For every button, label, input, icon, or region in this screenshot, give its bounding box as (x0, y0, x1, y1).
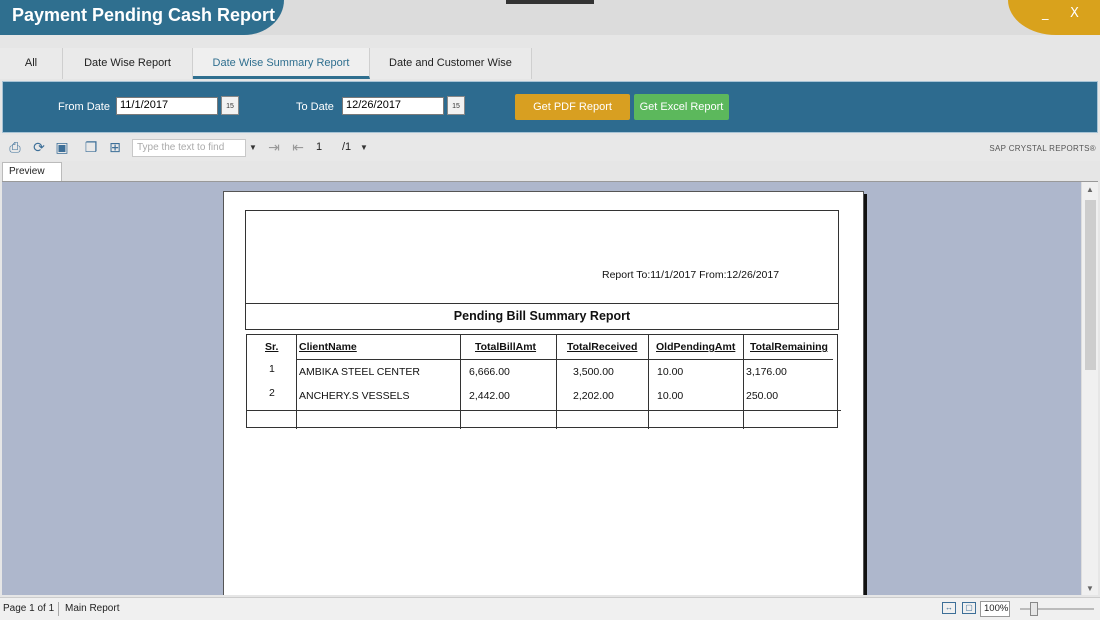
fit-page-icon[interactable]: ▢ (962, 602, 976, 614)
from-date-input[interactable]: 11/1/2017 (116, 97, 218, 115)
table-cell: 3,500.00 (573, 366, 614, 378)
report-tabs: All Date Wise Report Date Wise Summary R… (0, 48, 532, 79)
report-header-box (245, 210, 839, 304)
status-bar: Page 1 of 1 Main Report ↔ ▢ 100% (0, 597, 1100, 620)
to-calendar-icon[interactable]: 15 (447, 96, 465, 115)
status-divider (58, 602, 59, 616)
tab-date-and-customer-wise[interactable]: Date and Customer Wise (370, 48, 532, 79)
window-controls: _ X (1008, 0, 1100, 35)
from-calendar-icon[interactable]: 15 (221, 96, 239, 115)
column-header: TotalReceived (567, 341, 638, 353)
title-bar: Payment Pending Cash Report _ X (0, 0, 1100, 35)
prev-page-icon[interactable]: ⇤ (289, 139, 307, 157)
from-date-label: From Date (58, 101, 110, 113)
table-cell: 2,202.00 (573, 390, 614, 402)
viewer-toolbar: ⎙ ⟳ ▣ ❐ ⊞ Type the text to find ▼ ⇥ ⇤ 1 … (0, 135, 1100, 161)
table-cell: 10.00 (657, 366, 684, 378)
zoom-level[interactable]: 100% (980, 601, 1010, 617)
report-preview-area: Report To:11/1/2017 From:12/26/2017 Pend… (2, 181, 1098, 595)
tab-date-wise-report[interactable]: Date Wise Report (63, 48, 193, 79)
page-info: Page 1 of 1 (3, 603, 55, 614)
filter-bar: From Date 11/1/2017 15 To Date 12/26/201… (2, 81, 1098, 133)
search-dropdown-icon[interactable]: ▼ (247, 139, 259, 157)
table-cell: 6,666.00 (469, 366, 510, 378)
header-underline (297, 359, 833, 360)
report-date-range: Report To:11/1/2017 From:12/26/2017 (602, 269, 780, 281)
close-button[interactable]: X (1070, 6, 1079, 21)
get-excel-report-button[interactable]: Get Excel Report (634, 94, 729, 120)
scroll-thumb[interactable] (1085, 200, 1096, 370)
preview-tab[interactable]: Preview (2, 162, 62, 181)
table-cell: ANCHERY.S VESSELS (299, 390, 410, 402)
to-date-label: To Date (296, 101, 334, 113)
current-page-input[interactable]: 1 (316, 141, 322, 153)
column-divider (743, 335, 744, 429)
page-dropdown-icon[interactable]: ▼ (358, 139, 370, 157)
total-pages: /1 (342, 141, 352, 153)
to-date-input[interactable]: 12/26/2017 (342, 97, 444, 115)
title-notch (506, 0, 594, 4)
table-cell: 3,176.00 (746, 366, 787, 378)
column-header: ClientName (299, 341, 357, 353)
table-cell: AMBIKA STEEL CENTER (299, 366, 420, 378)
tab-all[interactable]: All (0, 48, 63, 79)
print-icon[interactable]: ⎙ (6, 139, 24, 157)
refresh-icon[interactable]: ⟳ (30, 139, 48, 157)
report-table: Sr. ClientName TotalBillAmt TotalReceive… (246, 334, 841, 429)
scroll-down-icon[interactable]: ▼ (1086, 584, 1094, 593)
column-header: TotalRemaining (750, 341, 828, 353)
window-title: Payment Pending Cash Report (12, 5, 276, 25)
get-pdf-report-button[interactable]: Get PDF Report (515, 94, 630, 120)
app-window: Payment Pending Cash Report _ X All Date… (0, 0, 1100, 620)
column-divider (648, 335, 649, 429)
table-cell: 10.00 (657, 390, 684, 402)
copy-icon[interactable]: ❐ (82, 139, 100, 157)
search-input[interactable]: Type the text to find (132, 139, 246, 157)
column-header: OldPendingAmt (656, 341, 736, 353)
report-title: Pending Bill Summary Report (245, 304, 839, 330)
column-header: Sr. (265, 341, 279, 353)
column-header: TotalBillAmt (475, 341, 537, 353)
vertical-scrollbar[interactable]: ▲ ▼ (1081, 182, 1098, 595)
column-divider (460, 335, 461, 429)
next-page-icon[interactable]: ⇥ (265, 139, 283, 157)
scroll-up-icon[interactable]: ▲ (1086, 185, 1094, 194)
report-page: Report To:11/1/2017 From:12/26/2017 Pend… (223, 191, 864, 595)
report-name: Main Report (65, 603, 120, 614)
tab-date-wise-summary-report[interactable]: Date Wise Summary Report (193, 48, 370, 79)
fit-width-icon[interactable]: ↔ (942, 602, 956, 614)
zoom-slider-knob[interactable] (1030, 602, 1038, 616)
crystal-reports-brand: SAP CRYSTAL REPORTS® (989, 144, 1096, 153)
title-banner: Payment Pending Cash Report (0, 0, 284, 35)
table-cell: 2 (269, 387, 275, 399)
column-divider (556, 335, 557, 429)
minimize-button[interactable]: _ (1042, 6, 1049, 21)
footer-divider (247, 410, 841, 411)
table-cell: 1 (269, 363, 275, 375)
table-cell: 2,442.00 (469, 390, 510, 402)
group-tree-icon[interactable]: ⊞ (106, 139, 124, 157)
column-divider (296, 335, 297, 429)
export-icon[interactable]: ▣ (53, 139, 71, 157)
table-cell: 250.00 (746, 390, 779, 402)
